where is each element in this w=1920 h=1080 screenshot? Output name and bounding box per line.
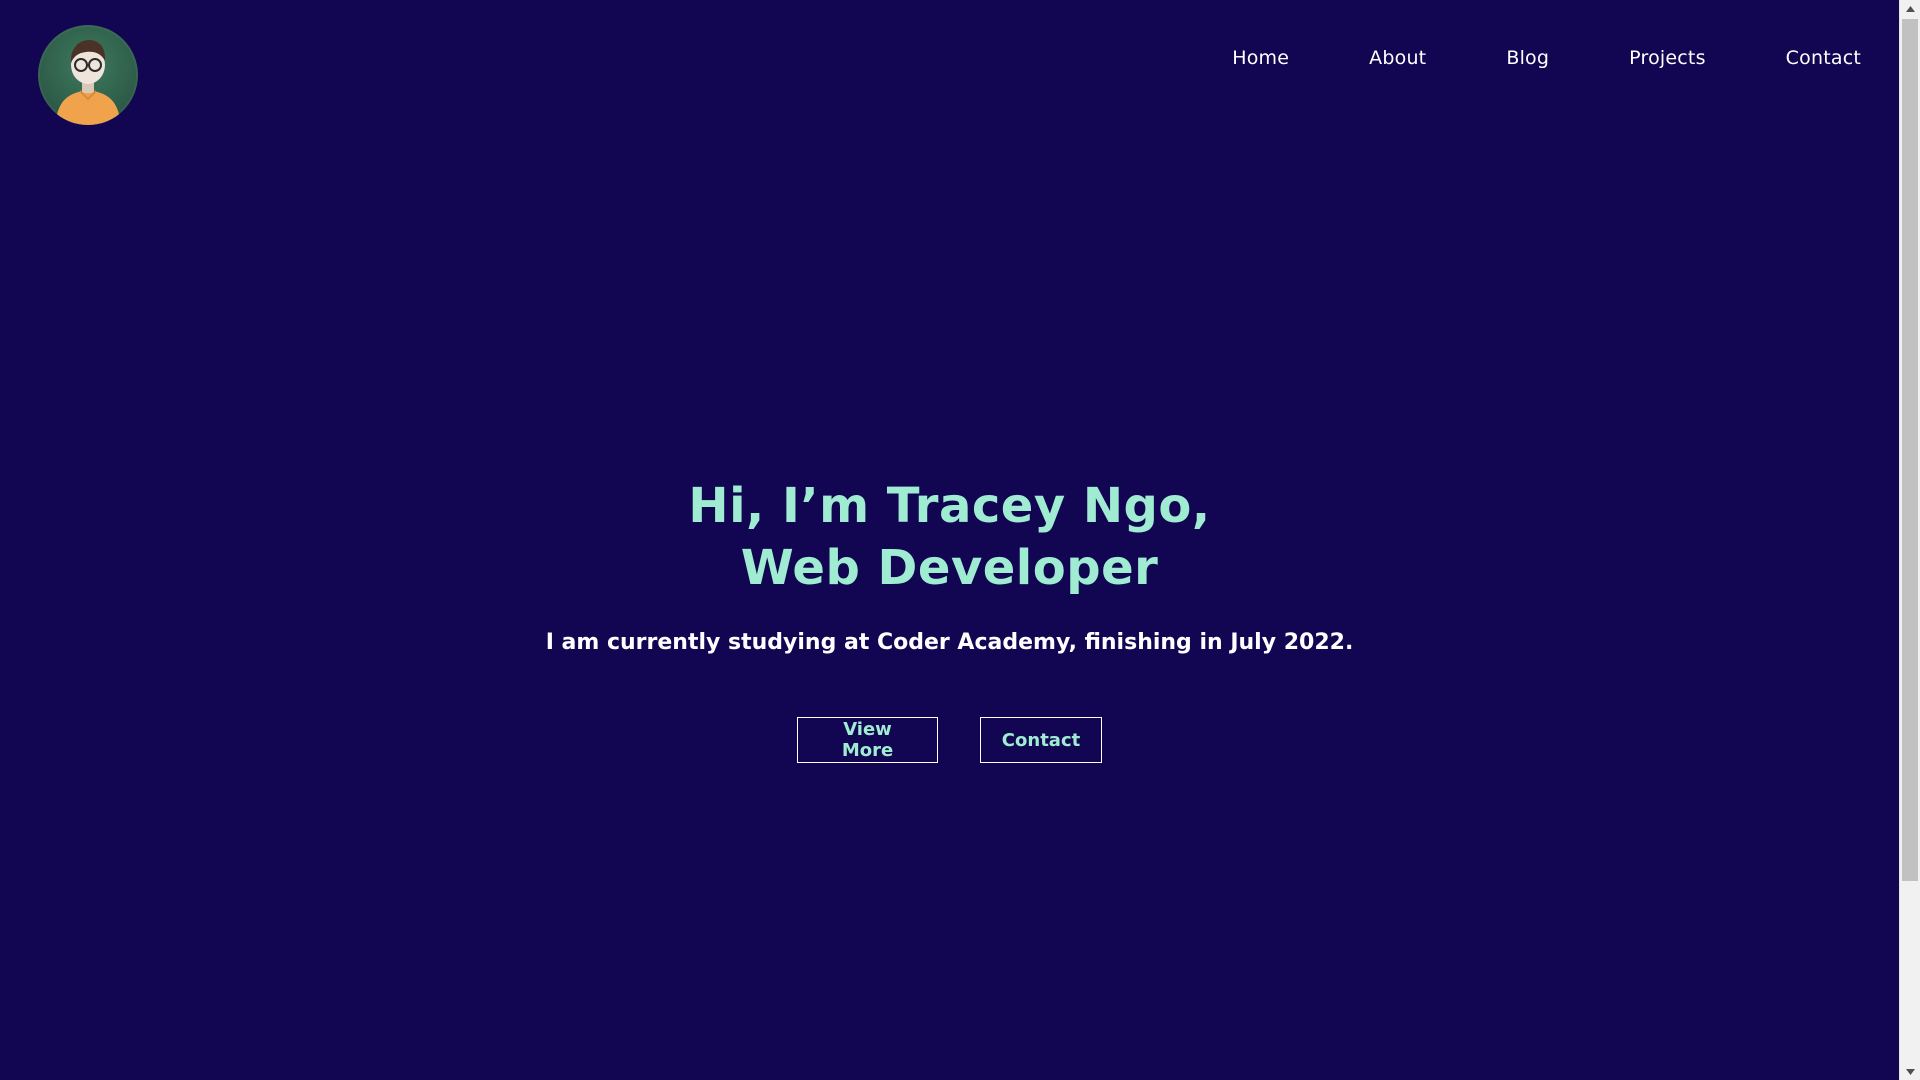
page: Home About Blog Projects Contact Hi, I’m… bbox=[0, 0, 1899, 1080]
hero-subtitle: I am currently studying at Coder Academy… bbox=[545, 630, 1354, 655]
scroll-up-arrow-icon[interactable] bbox=[1900, 0, 1920, 17]
scroll-down-arrow-icon[interactable] bbox=[1900, 1063, 1920, 1080]
contact-button[interactable]: Contact bbox=[980, 717, 1102, 763]
hero-button-row: View More Contact bbox=[0, 717, 1899, 763]
nav-blog-link[interactable]: Blog bbox=[1506, 47, 1549, 69]
main-nav: Home About Blog Projects Contact bbox=[1232, 40, 1861, 76]
scrollbar-thumb[interactable] bbox=[1902, 19, 1918, 881]
hero-title-line1: Hi, I’m Tracey Ngo, bbox=[688, 478, 1211, 534]
person-avatar-icon[interactable] bbox=[38, 25, 138, 125]
hero-section: Hi, I’m Tracey Ngo, Web Developer I am c… bbox=[0, 475, 1899, 763]
hero-title: Hi, I’m Tracey Ngo, Web Developer bbox=[0, 475, 1899, 599]
hero-title-line2: Web Developer bbox=[740, 540, 1159, 596]
nav-home-link[interactable]: Home bbox=[1232, 47, 1289, 69]
nav-projects-link[interactable]: Projects bbox=[1629, 47, 1706, 69]
vertical-scrollbar[interactable] bbox=[1899, 0, 1920, 1080]
view-more-button[interactable]: View More bbox=[797, 717, 938, 763]
nav-contact-link[interactable]: Contact bbox=[1786, 47, 1861, 69]
nav-about-link[interactable]: About bbox=[1369, 47, 1426, 69]
avatar-illustration bbox=[56, 40, 120, 125]
